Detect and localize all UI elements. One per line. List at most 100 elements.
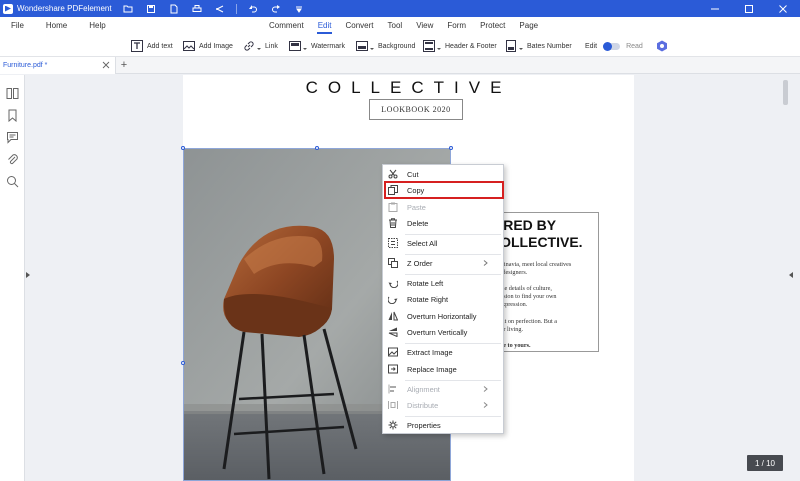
share-icon[interactable] <box>213 3 227 15</box>
resize-handle[interactable] <box>449 146 453 150</box>
chevron-down-icon <box>519 48 523 50</box>
add-text-label: Add text <box>147 42 173 50</box>
add-text-button[interactable]: Add text <box>131 39 173 53</box>
link-label: Link <box>265 42 278 50</box>
text-para2-line1: y the details of culture, <box>499 285 552 292</box>
dropdown-icon[interactable] <box>292 3 306 15</box>
gear-icon <box>388 420 398 430</box>
page-heading: COLLECTIVE <box>305 78 512 97</box>
redo-icon[interactable] <box>269 3 283 15</box>
resize-handle[interactable] <box>181 361 185 365</box>
menu-item-cut[interactable]: Cut <box>383 166 503 182</box>
menu-item-rotate-left[interactable]: Rotate Left <box>383 275 503 291</box>
menu-home[interactable]: Home <box>35 17 78 35</box>
watermark-icon <box>289 41 301 51</box>
bates-number-label: Bates Number <box>527 42 572 50</box>
tab-page[interactable]: Page <box>512 17 545 35</box>
vertical-scrollbar[interactable] <box>783 80 788 105</box>
text-heading-line2: COLLECTIVE. <box>499 234 583 250</box>
rotate-left-label: Rotate Left <box>407 278 444 288</box>
select-all-label: Select All <box>407 238 438 248</box>
thumbnails-icon[interactable] <box>6 87 19 100</box>
scissors-icon <box>388 169 398 179</box>
tab-edit[interactable]: Edit <box>311 17 339 35</box>
menu-item-replace-image[interactable]: Replace Image <box>383 361 503 377</box>
resize-handle[interactable] <box>315 146 319 150</box>
header-footer-button[interactable]: Header & Footer <box>423 39 497 53</box>
document-tab-bar: Furniture.pdf * + <box>0 57 800 74</box>
bates-number-button[interactable]: Bates Number <box>505 39 572 53</box>
edit-read-toggle[interactable]: Edit Read <box>585 39 643 53</box>
close-icon[interactable] <box>766 0 800 17</box>
menu-item-distribute[interactable]: Distribute <box>383 397 503 413</box>
tab-tool[interactable]: Tool <box>381 17 410 35</box>
menu-item-overturn-horizontally[interactable]: Overturn Horizontally <box>383 308 503 324</box>
text-block[interactable]: PIRED BY COLLECTIVE. andinavia, meet loc… <box>499 212 599 352</box>
document-tab[interactable]: Furniture.pdf * <box>0 57 116 74</box>
document-tab-title: Furniture.pdf * <box>3 62 48 69</box>
collapse-right-panel-icon[interactable] <box>789 272 793 278</box>
text-para2-line2: passion to find your own <box>499 293 557 300</box>
menu-item-delete[interactable]: Delete <box>383 215 503 231</box>
alignment-label: Alignment <box>407 384 440 394</box>
close-tab-icon[interactable] <box>102 61 110 69</box>
open-folder-icon[interactable] <box>121 3 135 15</box>
lookbook-label[interactable]: LOOKBOOK 2020 <box>369 99 463 120</box>
resize-handle[interactable] <box>181 146 185 150</box>
background-label: Background <box>378 42 416 50</box>
context-menu: Cut Copy Paste Delete Select All Z Order… <box>382 164 504 434</box>
new-doc-icon[interactable] <box>167 3 181 15</box>
print-icon[interactable] <box>190 3 204 15</box>
delete-label: Delete <box>407 218 429 228</box>
replace-image-label: Replace Image <box>407 364 457 374</box>
edit-toolbar: Add text Add Image Link Watermark Backgr… <box>0 35 800 57</box>
chevron-down-icon <box>370 48 374 50</box>
header-footer-label: Header & Footer <box>445 42 497 50</box>
undo-icon[interactable] <box>246 3 260 15</box>
comment-icon[interactable] <box>6 131 19 144</box>
settings-button[interactable] <box>656 39 672 53</box>
menu-help[interactable]: Help <box>78 17 116 35</box>
overturn-horizontally-label: Overturn Horizontally <box>407 311 477 321</box>
minimize-icon[interactable] <box>698 0 732 17</box>
search-icon[interactable] <box>6 175 19 188</box>
tab-view[interactable]: View <box>409 17 440 35</box>
link-icon <box>244 41 254 51</box>
watermark-label: Watermark <box>311 42 345 50</box>
attachment-icon[interactable] <box>6 153 19 166</box>
watermark-button[interactable]: Watermark <box>289 39 345 53</box>
window-controls <box>698 0 800 17</box>
save-icon[interactable] <box>144 3 158 15</box>
properties-label: Properties <box>407 420 441 430</box>
menu-item-properties[interactable]: Properties <box>383 417 503 433</box>
mode-toggle-switch[interactable] <box>603 41 621 51</box>
page-counter: 1 / 10 <box>747 455 783 471</box>
tab-comment[interactable]: Comment <box>262 17 311 35</box>
background-button[interactable]: Background <box>356 39 415 53</box>
menu-item-alignment[interactable]: Alignment <box>383 381 503 397</box>
menu-item-extract-image[interactable]: Extract Image <box>383 344 503 360</box>
add-image-button[interactable]: Add Image <box>183 39 233 53</box>
menu-file[interactable]: File <box>0 17 35 35</box>
tab-form[interactable]: Form <box>440 17 473 35</box>
menu-item-z-order[interactable]: Z Order <box>383 255 503 271</box>
menu-item-overturn-vertically[interactable]: Overturn Vertically <box>383 324 503 340</box>
rotate-left-icon <box>388 280 398 288</box>
menu-item-select-all[interactable]: Select All <box>383 235 503 251</box>
menu-item-paste[interactable]: Paste <box>383 199 503 215</box>
tab-protect[interactable]: Protect <box>473 17 512 35</box>
chevron-right-icon <box>483 260 488 266</box>
layers-icon <box>388 258 398 268</box>
collapse-left-panel-icon[interactable] <box>26 272 30 278</box>
text-para1-line1: andinavia, meet local creatives <box>499 261 572 268</box>
bookmark-icon[interactable] <box>6 109 19 122</box>
maximize-icon[interactable] <box>732 0 766 17</box>
link-button[interactable]: Link <box>243 39 278 53</box>
overturn-vertically-label: Overturn Vertically <box>407 327 468 337</box>
align-icon <box>388 384 396 394</box>
cut-label: Cut <box>407 169 419 179</box>
menu-item-rotate-right[interactable]: Rotate Right <box>383 291 503 307</box>
flip-horizontal-icon <box>388 311 398 321</box>
new-tab-button[interactable]: + <box>118 58 130 72</box>
tab-convert[interactable]: Convert <box>338 17 380 35</box>
